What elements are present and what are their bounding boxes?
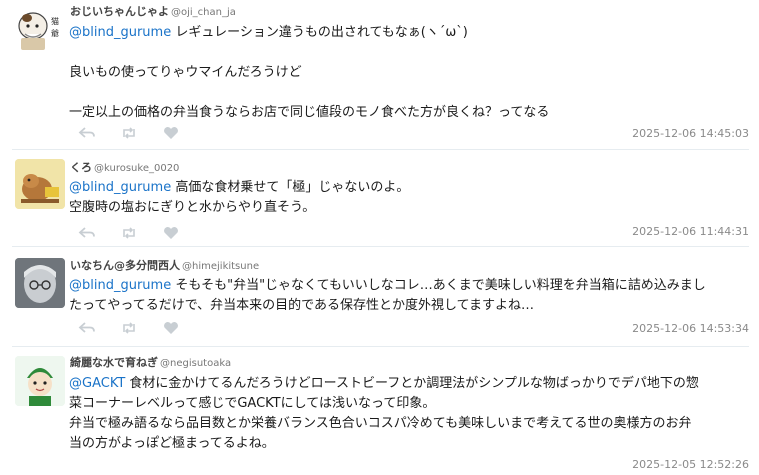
retweet-icon[interactable]	[120, 125, 138, 139]
display-name[interactable]: おじいちゃんじゃよ	[70, 5, 169, 18]
tweet-body: @blind_gurume 高価な食材乗せて「極」じゃないのよ。 空腹時の塩おに…	[69, 178, 749, 218]
tweet-2: くろ @kurosuke_0020 @blind_gurume 高価な食材乗せて「…	[0, 150, 759, 247]
tweet-actions	[78, 225, 180, 241]
tweet-header: くろ @kurosuke_0020	[70, 159, 179, 175]
heart-icon[interactable]	[162, 225, 180, 239]
user-handle[interactable]: @negisutoaka	[160, 358, 231, 369]
tweet-text: そもそも"弁当"じゃなくてもいいしなコレ…あくまで美味しい料理を弁当箱に詰め込み…	[171, 278, 706, 293]
retweet-icon[interactable]	[120, 225, 138, 239]
tweet-actions	[78, 125, 180, 141]
display-name[interactable]: くろ	[70, 161, 92, 174]
tweet-body: @blind_gurume そもそも"弁当"じゃなくてもいいしなコレ…あくまで美…	[69, 276, 749, 316]
timestamp[interactable]: 2025-12-06 14:45:03	[632, 127, 749, 140]
user-handle[interactable]: @himejikitsune	[182, 261, 259, 272]
tweet-header: おじいちゃんじゃよ @oji_chan_ja	[70, 3, 236, 19]
reply-icon[interactable]	[78, 225, 96, 239]
display-name[interactable]: 綺麗な水で育ねぎ	[70, 356, 158, 369]
mention-link[interactable]: @blind_gurume	[69, 278, 171, 293]
tweet-4: 綺麗な水で育ねぎ @negisutoaka @GACKT 食材に金かけてるんだろう…	[0, 347, 759, 475]
tweet-body: @GACKT 食材に金かけてるんだろうけどローストビーフとか調理法がシンプルな物…	[69, 374, 749, 454]
user-handle[interactable]: @oji_chan_ja	[171, 7, 236, 18]
tweet-text: 食材に金かけてるんだろうけどローストビーフとか調理法がシンプルな物ばっかりでデパ…	[125, 376, 699, 391]
tweet-text: 当の方がよっぽど極まってるよね。	[69, 436, 275, 451]
tweet-text: 菜コーナーレベルって感じでGACKTにしては浅いなって印象。	[69, 396, 436, 411]
tweet-3: いなちん@多分問西人 @himejikitsune @blind_gurume そ…	[0, 247, 759, 347]
tweet-text: レギュレーション違うもの出されてもなぁ(ヽ´ω`)	[171, 25, 468, 40]
tweet-text: 高価な食材乗せて「極」じゃないのよ。	[171, 180, 410, 195]
timestamp[interactable]: 2025-12-06 11:44:31	[632, 225, 749, 238]
reply-icon[interactable]	[78, 320, 96, 334]
reply-icon[interactable]	[78, 125, 96, 139]
tweet-text: たってやってるだけで、弁当本来の目的である保存性とか度外視してますよね…	[69, 298, 535, 313]
tweet-text: 良いもの使ってりゃウマイんだろうけど	[69, 65, 302, 80]
mention-link[interactable]: @blind_gurume	[69, 180, 171, 195]
avatar[interactable]	[15, 159, 65, 209]
display-name[interactable]: いなちん@多分問西人	[70, 259, 180, 272]
tweet-1: 猫 爺 おじいちゃんじゃよ @oji_chan_ja @blind_gurume …	[0, 0, 759, 150]
avatar[interactable]	[15, 258, 65, 308]
svg-text:猫: 猫	[51, 16, 59, 26]
mention-link[interactable]: @GACKT	[69, 376, 125, 391]
user-handle[interactable]: @kurosuke_0020	[94, 163, 179, 174]
tweet-text: 空腹時の塩おにぎりと水からやり直そう。	[69, 200, 316, 215]
heart-icon[interactable]	[162, 125, 180, 139]
mention-link[interactable]: @blind_gurume	[69, 25, 171, 40]
svg-text:爺: 爺	[51, 28, 59, 38]
tweet-header: いなちん@多分問西人 @himejikitsune	[70, 257, 259, 273]
tweet-text: 一定以上の価格の弁当食うならお店で同じ値段のモノ食べた方が良くね？ってなる	[69, 105, 550, 120]
avatar[interactable]	[15, 356, 65, 406]
tweet-header: 綺麗な水で育ねぎ @negisutoaka	[70, 354, 231, 370]
timestamp[interactable]: 2025-12-05 12:52:26	[632, 458, 749, 471]
heart-icon[interactable]	[162, 320, 180, 334]
tweet-text: 弁当で極み語るなら品目数とか栄養バランス色合いコスパ冷めても美味しいまで考えてる…	[69, 416, 692, 431]
timestamp[interactable]: 2025-12-06 14:53:34	[632, 322, 749, 335]
avatar[interactable]: 猫 爺	[15, 4, 65, 54]
retweet-icon[interactable]	[120, 320, 138, 334]
tweet-body: @blind_gurume レギュレーション違うもの出されてもなぁ(ヽ´ω`) …	[69, 23, 749, 123]
tweet-actions	[78, 320, 180, 336]
